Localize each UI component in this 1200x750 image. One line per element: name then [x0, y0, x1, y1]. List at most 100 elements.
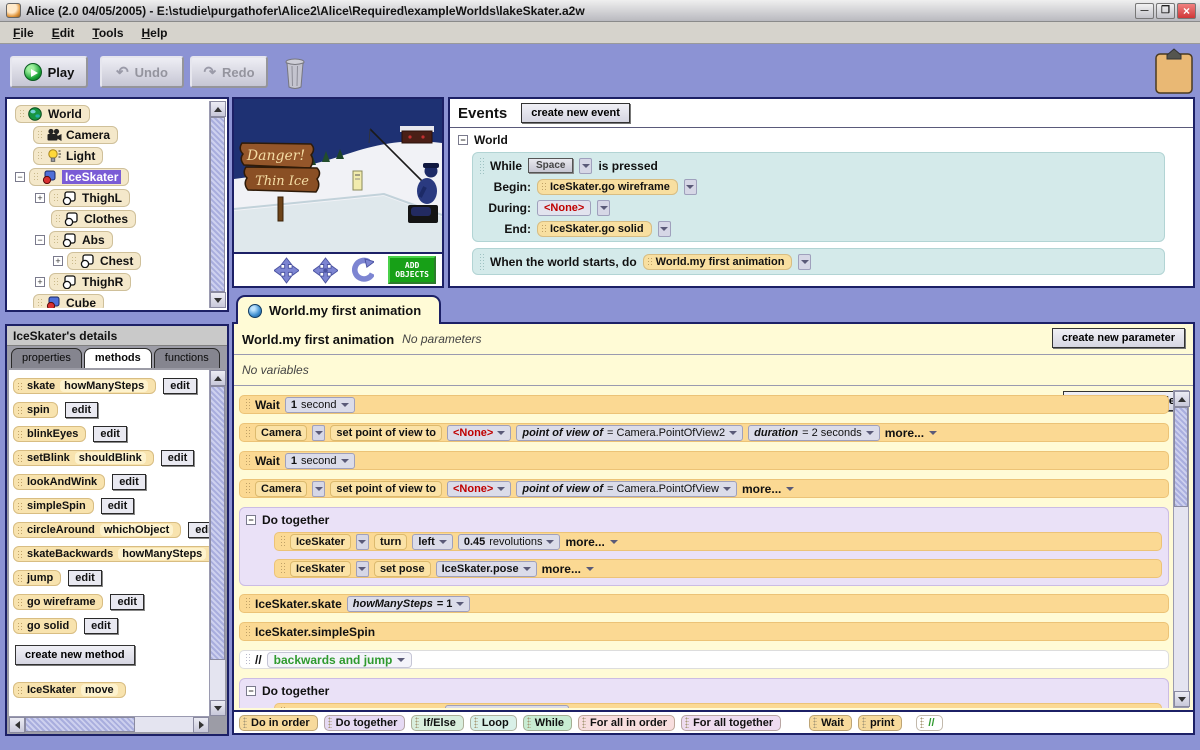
- edit-button[interactable]: edit: [68, 570, 102, 586]
- do-in-order-tile[interactable]: Do in order: [239, 715, 318, 731]
- drag-handle[interactable]: [245, 625, 250, 638]
- tree-item-cube[interactable]: Cube: [9, 292, 209, 308]
- edit-button[interactable]: edit: [112, 474, 146, 490]
- method-tile[interactable]: circleAroundwhichObject: [13, 522, 181, 538]
- dropdown-button[interactable]: [798, 254, 811, 270]
- drag-handle[interactable]: [479, 253, 484, 270]
- tree-item-thighl[interactable]: ThighL: [9, 187, 209, 208]
- drag-handle[interactable]: [17, 454, 22, 462]
- method-tile[interactable]: go wireframe: [13, 594, 103, 610]
- more-dropdown[interactable]: more...: [542, 562, 581, 576]
- more-dropdown[interactable]: more...: [742, 482, 781, 496]
- tree-scrollbar[interactable]: [209, 101, 225, 308]
- duration-dropdown[interactable]: 1second: [285, 453, 355, 469]
- print-tile[interactable]: print: [858, 715, 902, 731]
- close-button[interactable]: [1177, 3, 1196, 19]
- edit-button[interactable]: edit: [65, 402, 99, 418]
- world-viewport[interactable]: Danger! Thin Ice ADD OBJECTS: [232, 97, 444, 288]
- scroll-thumb[interactable]: [25, 717, 135, 732]
- while-tile[interactable]: While: [523, 715, 572, 731]
- statement-set-pov[interactable]: Camera set point of view to <None> point…: [239, 479, 1169, 498]
- undo-button[interactable]: ↶ Undo: [100, 56, 184, 88]
- tree-item-clothes[interactable]: Clothes: [9, 208, 209, 229]
- param-dropdown[interactable]: howManySteps= 2: [445, 705, 569, 709]
- drag-handle[interactable]: [17, 550, 22, 558]
- pov-param-dropdown[interactable]: point of view of= Camera.PointOfView2: [516, 425, 743, 441]
- minimize-button[interactable]: [1135, 3, 1154, 19]
- scroll-up-button[interactable]: [1174, 391, 1190, 407]
- drag-handle[interactable]: [541, 182, 546, 192]
- camera-rotate-icon[interactable]: [352, 257, 374, 284]
- scroll-thumb[interactable]: [210, 117, 225, 292]
- statement-simplespin[interactable]: IceSkater.simpleSpin: [239, 622, 1169, 641]
- drag-handle[interactable]: [280, 562, 285, 575]
- loop-tile[interactable]: Loop: [470, 715, 517, 731]
- drag-handle[interactable]: [17, 526, 22, 534]
- drag-handle[interactable]: [245, 597, 250, 610]
- drag-handle[interactable]: [479, 157, 484, 174]
- end-value-tile[interactable]: IceSkater.go solid: [537, 221, 652, 237]
- add-objects-button[interactable]: ADD OBJECTS: [388, 256, 436, 284]
- drag-handle[interactable]: [17, 382, 22, 390]
- statement-set-pose[interactable]: IceSkater set pose IceSkater.pose more..…: [274, 559, 1162, 578]
- drag-handle[interactable]: [245, 454, 250, 467]
- dropdown-button[interactable]: [684, 179, 697, 195]
- create-new-parameter-button[interactable]: create new parameter: [1052, 328, 1185, 348]
- expander-minus-icon[interactable]: [246, 686, 256, 696]
- create-new-method-button[interactable]: create new method: [15, 645, 135, 665]
- drag-handle[interactable]: [17, 430, 22, 438]
- expander-minus-icon[interactable]: [15, 172, 25, 182]
- method-tile[interactable]: jump: [13, 570, 61, 586]
- clipboard-icon[interactable]: [1152, 48, 1196, 95]
- statement-turn[interactable]: IceSkater turn left 0.45revolutions more…: [274, 532, 1162, 551]
- drag-handle[interactable]: [37, 151, 42, 161]
- target-tile[interactable]: IceSkater: [290, 534, 351, 550]
- drag-handle[interactable]: [245, 653, 250, 666]
- tree-item-chest[interactable]: Chest: [9, 250, 209, 271]
- param-dropdown[interactable]: howManySteps= 1: [347, 596, 471, 612]
- edit-button[interactable]: edit: [163, 378, 197, 394]
- expander-plus-icon[interactable]: [35, 277, 45, 287]
- comment-text-dropdown[interactable]: backwards and jump: [267, 652, 413, 668]
- more-dropdown[interactable]: more...: [885, 426, 924, 440]
- while-event[interactable]: While Space is pressed Begin: IceSkater.…: [472, 152, 1165, 242]
- drag-handle[interactable]: [17, 502, 22, 510]
- drag-handle[interactable]: [19, 109, 24, 119]
- menu-edit[interactable]: Edit: [43, 24, 84, 42]
- scroll-down-button[interactable]: [210, 700, 226, 716]
- drag-handle[interactable]: [17, 598, 22, 606]
- for-all-in-order-tile[interactable]: For all in order: [578, 715, 675, 731]
- do-together-tile[interactable]: Do together: [324, 715, 406, 731]
- drag-handle[interactable]: [280, 535, 285, 548]
- scroll-up-button[interactable]: [210, 370, 226, 386]
- direction-dropdown[interactable]: left: [412, 534, 453, 550]
- play-button[interactable]: Play: [10, 56, 88, 88]
- duration-param-dropdown[interactable]: duration= 2 seconds: [748, 425, 880, 441]
- tree-item-thighr[interactable]: ThighR: [9, 271, 209, 292]
- menu-file[interactable]: File: [4, 24, 43, 42]
- start-action-tile[interactable]: World.my first animation: [643, 254, 793, 270]
- method-tab[interactable]: World.my first animation: [236, 295, 441, 324]
- dropdown-button[interactable]: [658, 221, 671, 237]
- camera-pan-icon[interactable]: [313, 257, 338, 284]
- drag-handle[interactable]: [541, 224, 546, 234]
- drag-handle[interactable]: [280, 706, 285, 708]
- expander-minus-icon[interactable]: [246, 515, 256, 525]
- arg-dropdown[interactable]: <None>: [447, 425, 511, 441]
- redo-button[interactable]: ↷ Redo: [190, 56, 268, 88]
- for-all-together-tile[interactable]: For all together: [681, 715, 781, 731]
- tree-item-abs[interactable]: Abs: [9, 229, 209, 250]
- method-tile[interactable]: skateBackwardshowManySteps: [13, 546, 209, 562]
- target-tile[interactable]: Camera: [255, 425, 307, 441]
- editor-scrollbar[interactable]: [1173, 390, 1189, 708]
- drag-handle[interactable]: [33, 172, 38, 182]
- scroll-down-button[interactable]: [210, 292, 226, 308]
- statement-wait[interactable]: Wait 1second: [239, 451, 1169, 470]
- do-together-block[interactable]: Do together IceSkater.skateBackwards how…: [239, 678, 1169, 708]
- scroll-left-button[interactable]: [9, 717, 25, 733]
- statement-skate-backwards[interactable]: IceSkater.skateBackwards howManySteps= 2: [274, 703, 1162, 708]
- world-start-event[interactable]: When the world starts, do World.my first…: [472, 248, 1165, 275]
- duration-dropdown[interactable]: 1second: [285, 397, 355, 413]
- drag-handle[interactable]: [17, 406, 22, 414]
- expander-plus-icon[interactable]: [35, 193, 45, 203]
